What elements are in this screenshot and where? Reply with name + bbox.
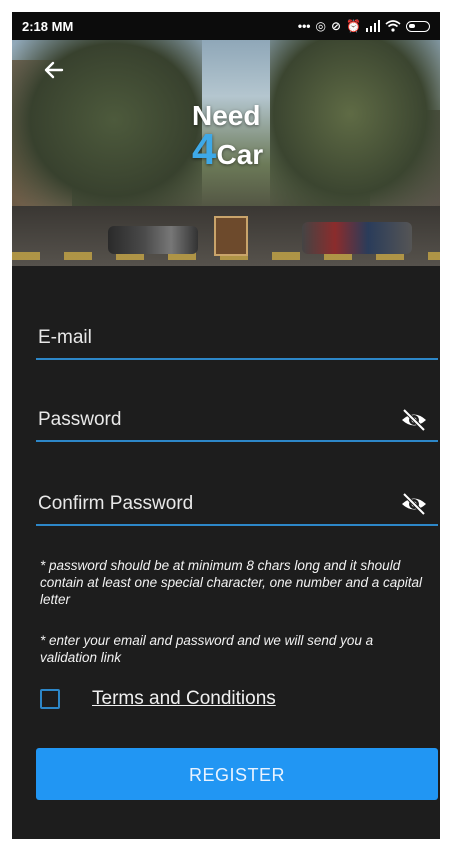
- signal-icon: [366, 20, 380, 32]
- password-input[interactable]: [36, 404, 380, 436]
- phone-screen: 2:18 MM ••• ◎ ⊘ ⏰ Need 4Car E-mail * pas…: [12, 12, 440, 839]
- dots-icon: •••: [297, 19, 311, 33]
- battery-icon: [406, 20, 430, 32]
- logo-car: Car: [216, 139, 264, 170]
- mute-icon: ⊘: [330, 19, 342, 33]
- confirm-password-field[interactable]: [36, 480, 438, 526]
- password-requirements-note: * password should be at minimum 8 chars …: [40, 558, 422, 607]
- back-arrow-icon[interactable]: [40, 56, 68, 84]
- terms-row: Terms and Conditions: [40, 688, 276, 710]
- email-input[interactable]: [36, 322, 380, 354]
- confirm-password-input[interactable]: [36, 488, 380, 520]
- wifi-icon: [385, 20, 401, 32]
- email-field[interactable]: [36, 314, 438, 360]
- status-icons: ••• ◎ ⊘ ⏰: [298, 19, 430, 33]
- logo-four: 4: [192, 125, 217, 174]
- register-button[interactable]: REGISTER: [36, 748, 438, 800]
- validation-note: * enter your email and password and we w…: [40, 633, 374, 665]
- terms-link[interactable]: Terms and Conditions: [92, 688, 276, 710]
- status-time: 2:18 MM: [22, 18, 74, 34]
- alarm-icon: ⏰: [346, 19, 361, 33]
- password-field[interactable]: [36, 396, 438, 442]
- eye-off-icon[interactable]: [400, 408, 428, 432]
- status-bar: 2:18 MM ••• ◎ ⊘ ⏰: [12, 12, 440, 40]
- hotspot-icon: ◎: [315, 19, 326, 33]
- terms-checkbox[interactable]: [40, 689, 60, 709]
- app-logo: Need 4Car: [192, 100, 264, 174]
- eye-off-icon[interactable]: [400, 492, 428, 516]
